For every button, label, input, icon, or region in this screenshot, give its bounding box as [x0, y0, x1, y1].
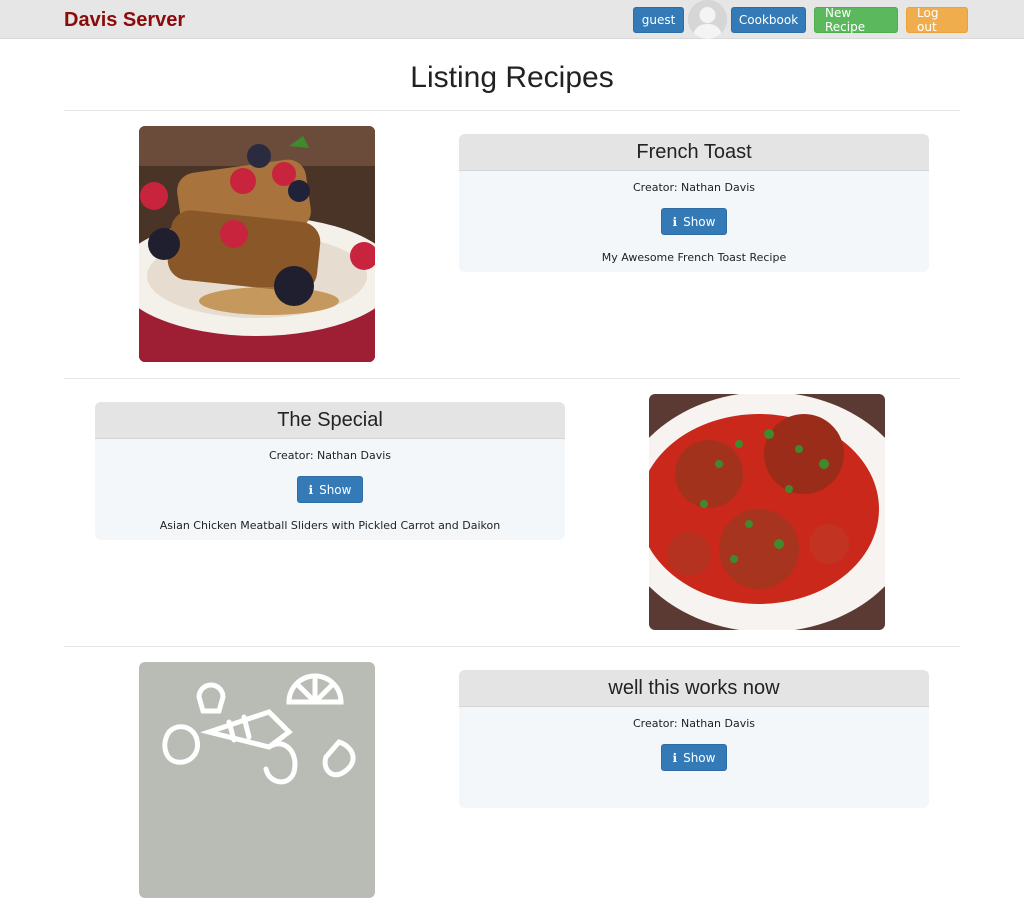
french-toast-photo [139, 126, 375, 362]
recipe-description: Asian Chicken Meatball Sliders with Pick… [159, 519, 501, 532]
show-button[interactable]: ℹ Show [661, 208, 727, 235]
recipe-description: My Awesome French Toast Recipe [601, 251, 787, 264]
logout-button[interactable]: Log out [906, 6, 968, 34]
new-recipe-button[interactable]: New Recipe [814, 6, 898, 34]
recipe-card: French Toast Creator: Nathan Davis ℹ Sho… [459, 134, 929, 272]
recipe-image-french-toast[interactable] [139, 126, 375, 362]
brand-link[interactable]: Davis Server [64, 9, 185, 31]
guest-button[interactable]: guest [633, 7, 684, 33]
divider [64, 110, 960, 111]
show-button[interactable]: ℹ Show [661, 744, 727, 771]
top-navbar: Davis Server guest Cookbook New Recipe L… [0, 0, 1024, 39]
page-title: Listing Recipes [410, 61, 614, 94]
recipe-card: The Special Creator: Nathan Davis ℹ Show… [95, 402, 565, 540]
info-icon: ℹ [308, 482, 314, 497]
info-icon: ℹ [672, 750, 678, 765]
show-button-label: Show [683, 214, 716, 229]
food-placeholder-icon [139, 662, 375, 898]
avatar[interactable] [688, 0, 727, 39]
recipe-title: well this works now [459, 670, 929, 707]
cookbook-button[interactable]: Cookbook [731, 7, 806, 33]
info-icon: ℹ [672, 214, 678, 229]
show-button-label: Show [319, 482, 352, 497]
meatballs-photo [649, 394, 885, 630]
show-button-label: Show [683, 750, 716, 765]
recipe-creator: Creator: Nathan Davis [268, 449, 391, 462]
recipe-image-the-special[interactable] [649, 394, 885, 630]
show-button[interactable]: ℹ Show [297, 476, 363, 503]
recipe-title: The Special [95, 402, 565, 439]
recipe-creator: Creator: Nathan Davis [632, 181, 755, 194]
divider [64, 646, 960, 647]
recipe-title: French Toast [459, 134, 929, 171]
recipe-image-placeholder[interactable] [139, 662, 375, 898]
recipe-creator: Creator: Nathan Davis [632, 717, 755, 730]
user-silhouette-icon [688, 0, 727, 39]
divider [64, 378, 960, 379]
recipe-card: well this works now Creator: Nathan Davi… [459, 670, 929, 808]
